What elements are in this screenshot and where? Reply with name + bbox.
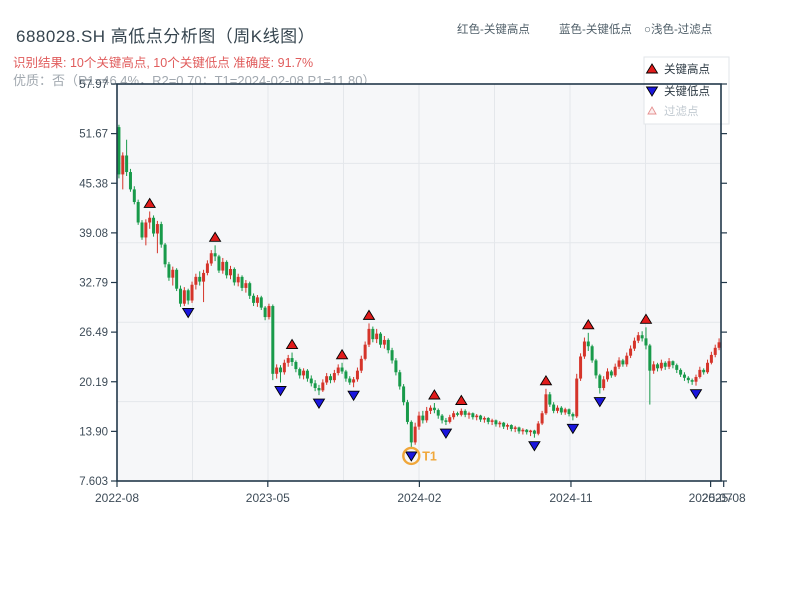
kline-analysis-page: 688028.SH 高低点分析图（周K线图） 识别结果: 10个关键高点, 10… bbox=[0, 0, 800, 600]
y-tick-label: 45.38 bbox=[79, 178, 108, 190]
y-axis-labels: 57.97 51.67 45.38 39.08 32.79 26.49 20.19 13.90… bbox=[79, 79, 108, 488]
x-axis-labels: 2022-08 2023-05 2024-02 2024-11 2025-072025-… bbox=[95, 491, 746, 505]
legend-low-label: 关键低点 bbox=[664, 84, 710, 98]
x-tick-label: 2023-05 bbox=[246, 491, 290, 505]
x-tick-label: 2024-02 bbox=[397, 491, 441, 505]
t1-label: T1 bbox=[422, 449, 437, 463]
x-tick-label: 2022-08 bbox=[95, 491, 139, 505]
y-tick-label: 13.90 bbox=[79, 426, 108, 438]
y-tick-label: 20.19 bbox=[79, 377, 108, 389]
y-tick-label: 32.79 bbox=[79, 278, 108, 290]
y-tick-label: 51.67 bbox=[79, 129, 108, 141]
x-tick-label: 2025-08 bbox=[702, 491, 746, 505]
y-tick-label: 7.603 bbox=[79, 476, 108, 488]
legend-high-label: 关键高点 bbox=[664, 62, 710, 76]
y-tick-label: 39.08 bbox=[79, 228, 108, 240]
y-tick-label: 57.97 bbox=[79, 79, 108, 91]
legend-filter-label: 过滤点 bbox=[664, 105, 699, 118]
y-tick-label: 26.49 bbox=[79, 327, 108, 339]
x-axis-ticks bbox=[116, 481, 725, 487]
x-tick-label: 2024-11 bbox=[549, 491, 592, 505]
kline-chart: T1 57.97 51.67 45.38 39.08 32.79 26.49 20.19 13.… bbox=[79, 56, 746, 505]
